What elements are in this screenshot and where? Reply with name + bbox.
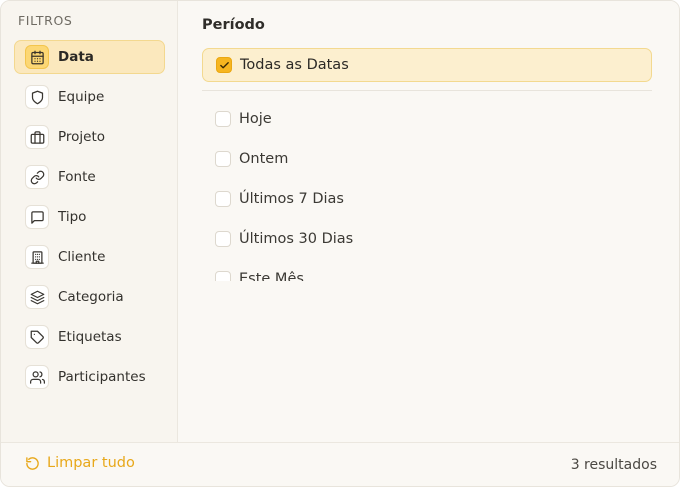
sidebar-item-label: Participantes: [58, 369, 146, 385]
sidebar-item-categoria[interactable]: Categoria: [14, 280, 165, 314]
result-count: 3 resultados: [570, 457, 657, 473]
sidebar-item-label: Cliente: [58, 249, 106, 265]
sidebar-item-participantes[interactable]: Participantes: [14, 360, 165, 394]
sidebar-item-cliente[interactable]: Cliente: [14, 240, 165, 274]
reset-icon: [26, 456, 39, 470]
section-title: Período: [202, 17, 265, 33]
filter-sidebar: FILTROS Data Equipe Projeto Fonte Tipo C…: [1, 1, 178, 442]
option-label: Todas as Datas: [240, 57, 349, 73]
checkbox[interactable]: [215, 191, 231, 207]
users-icon: [25, 365, 49, 389]
sidebar-item-label: Fonte: [58, 169, 96, 185]
divider: [202, 90, 652, 91]
option-este-mes[interactable]: Este Mês: [202, 259, 652, 281]
sidebar-item-label: Categoria: [58, 289, 124, 305]
link-icon: [25, 165, 49, 189]
filter-panel: FILTROS Data Equipe Projeto Fonte Tipo C…: [0, 0, 680, 487]
clear-all-button[interactable]: Limpar tudo: [25, 455, 135, 471]
sidebar-item-label: Equipe: [58, 89, 105, 105]
option-todas-as-datas[interactable]: Todas as Datas: [202, 48, 652, 82]
sidebar-item-equipe[interactable]: Equipe: [14, 80, 165, 114]
sidebar-item-tipo[interactable]: Tipo: [14, 200, 165, 234]
check-icon: [219, 61, 229, 68]
sidebar-item-fonte[interactable]: Fonte: [14, 160, 165, 194]
checkbox[interactable]: [215, 271, 231, 281]
option-label: Hoje: [239, 111, 272, 127]
sidebar-item-etiquetas[interactable]: Etiquetas: [14, 320, 165, 354]
sidebar-item-label: Projeto: [58, 129, 106, 145]
building-icon: [25, 245, 49, 269]
option-label: Ontem: [239, 151, 289, 167]
checkbox[interactable]: [215, 111, 231, 127]
shield-icon: [25, 85, 49, 109]
briefcase-icon: [25, 125, 49, 149]
option-list: Hoje Ontem Últimos 7 Dias Últimos 30 Dia…: [202, 99, 652, 281]
filter-footer: Limpar tudo 3 resultados: [1, 442, 679, 486]
checkbox[interactable]: [215, 231, 231, 247]
option-ultimos-30-dias[interactable]: Últimos 30 Dias: [202, 219, 652, 259]
filter-category-list: Data Equipe Projeto Fonte Tipo Cliente C…: [14, 40, 165, 400]
clear-all-label: Limpar tudo: [47, 455, 135, 471]
option-label: Últimos 30 Dias: [239, 231, 354, 247]
option-label: Últimos 7 Dias: [239, 191, 344, 207]
message-square-icon: [25, 205, 49, 229]
sidebar-item-data[interactable]: Data: [14, 40, 165, 74]
sidebar-title: FILTROS: [18, 13, 73, 28]
option-ontem[interactable]: Ontem: [202, 139, 652, 179]
sidebar-item-label: Data: [58, 49, 94, 65]
tag-icon: [25, 325, 49, 349]
option-hoje[interactable]: Hoje: [202, 99, 652, 139]
calendar-icon: [25, 45, 49, 69]
filter-options-pane: Período Todas as Datas Hoje Ontem Último…: [179, 1, 679, 442]
sidebar-item-label: Etiquetas: [58, 329, 122, 345]
option-ultimos-7-dias[interactable]: Últimos 7 Dias: [202, 179, 652, 219]
option-label: Este Mês: [239, 271, 304, 281]
sidebar-item-label: Tipo: [58, 209, 87, 225]
checkbox[interactable]: [215, 151, 231, 167]
layers-icon: [25, 285, 49, 309]
checkbox-checked[interactable]: [216, 57, 232, 73]
sidebar-item-projeto[interactable]: Projeto: [14, 120, 165, 154]
